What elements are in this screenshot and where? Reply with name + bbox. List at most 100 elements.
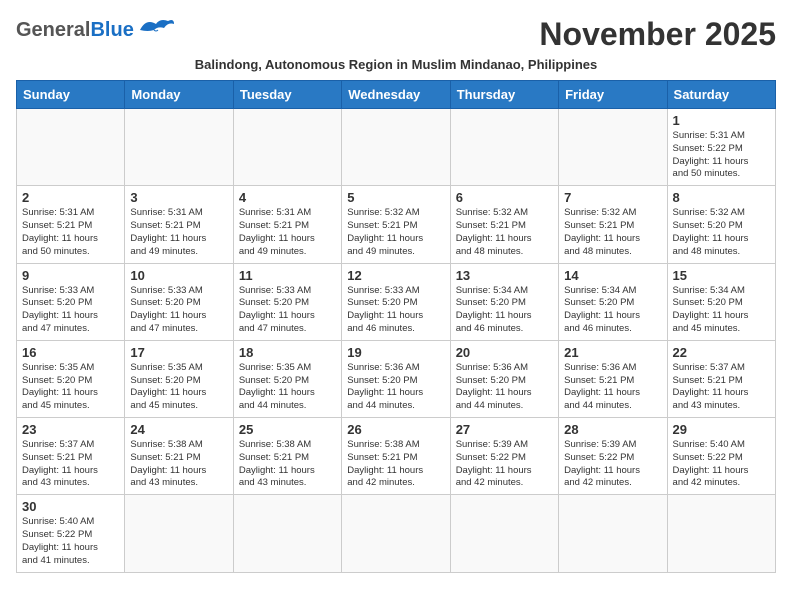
calendar-table: SundayMondayTuesdayWednesdayThursdayFrid… xyxy=(16,80,776,573)
day-number: 22 xyxy=(673,345,770,360)
day-number: 17 xyxy=(130,345,227,360)
day-info: Sunrise: 5:33 AM Sunset: 5:20 PM Dayligh… xyxy=(130,285,227,336)
day-number: 26 xyxy=(347,422,444,437)
day-number: 13 xyxy=(456,268,553,283)
calendar-cell: 3Sunrise: 5:31 AM Sunset: 5:21 PM Daylig… xyxy=(125,186,233,263)
calendar-week-row: 16 Sunrise: 5:35 AM Sunset: 5:20 PM Dayli… xyxy=(17,340,776,417)
calendar-cell: 19 Sunrise: 5:36 AM Sunset: 5:20 PM Dayli… xyxy=(342,340,450,417)
day-number: 5 xyxy=(347,190,444,205)
day-number: 8 xyxy=(673,190,770,205)
day-number: 14 xyxy=(564,268,661,283)
calendar-cell: 16 Sunrise: 5:35 AM Sunset: 5:20 PM Dayli… xyxy=(17,340,125,417)
day-number: 12 xyxy=(347,268,444,283)
calendar-cell: 20Sunrise: 5:36 AM Sunset: 5:20 PM Dayli… xyxy=(450,340,558,417)
day-info: Sunrise: 5:34 AM Sunset: 5:20 PM Dayligh… xyxy=(456,285,553,336)
weekday-header-wednesday: Wednesday xyxy=(342,81,450,109)
calendar-cell xyxy=(17,109,125,186)
calendar-cell: 2 Sunrise: 5:31 AM Sunset: 5:21 PM Daylig… xyxy=(17,186,125,263)
day-info: Sunrise: 5:35 AM Sunset: 5:20 PM Dayligh… xyxy=(239,362,336,413)
day-info: Sunrise: 5:35 AM Sunset: 5:20 PM Dayligh… xyxy=(22,362,119,413)
calendar-cell: 8Sunrise: 5:32 AM Sunset: 5:20 PM Daylig… xyxy=(667,186,775,263)
calendar-cell xyxy=(233,109,341,186)
day-number: 6 xyxy=(456,190,553,205)
day-number: 27 xyxy=(456,422,553,437)
calendar-cell: 22Sunrise: 5:37 AM Sunset: 5:21 PM Dayli… xyxy=(667,340,775,417)
calendar-cell: 28Sunrise: 5:39 AM Sunset: 5:22 PM Dayli… xyxy=(559,418,667,495)
day-info: Sunrise: 5:33 AM Sunset: 5:20 PM Dayligh… xyxy=(22,285,119,336)
day-number: 21 xyxy=(564,345,661,360)
calendar-cell: 21 Sunrise: 5:36 AM Sunset: 5:21 PM Dayli… xyxy=(559,340,667,417)
day-info: Sunrise: 5:40 AM Sunset: 5:22 PM Dayligh… xyxy=(673,439,770,490)
day-number: 24 xyxy=(130,422,227,437)
calendar-cell: 11 Sunrise: 5:33 AM Sunset: 5:20 PM Dayli… xyxy=(233,263,341,340)
weekday-header-row: SundayMondayTuesdayWednesdayThursdayFrid… xyxy=(17,81,776,109)
calendar-cell: 7Sunrise: 5:32 AM Sunset: 5:21 PM Daylig… xyxy=(559,186,667,263)
day-number: 15 xyxy=(673,268,770,283)
weekday-header-tuesday: Tuesday xyxy=(233,81,341,109)
calendar-cell: 25Sunrise: 5:38 AM Sunset: 5:21 PM Dayli… xyxy=(233,418,341,495)
calendar-cell: 24 Sunrise: 5:38 AM Sunset: 5:21 PM Dayli… xyxy=(125,418,233,495)
calendar-cell: 9Sunrise: 5:33 AM Sunset: 5:20 PM Daylig… xyxy=(17,263,125,340)
day-number: 23 xyxy=(22,422,119,437)
calendar-week-row: 30 Sunrise: 5:40 AM Sunset: 5:22 PM Dayli… xyxy=(17,495,776,572)
calendar-cell xyxy=(125,495,233,572)
subtitle: Balindong, Autonomous Region in Muslim M… xyxy=(16,57,776,72)
calendar-cell: 12 Sunrise: 5:33 AM Sunset: 5:20 PM Dayli… xyxy=(342,263,450,340)
day-info: Sunrise: 5:38 AM Sunset: 5:21 PM Dayligh… xyxy=(347,439,444,490)
calendar-cell xyxy=(342,109,450,186)
calendar-cell: 26 Sunrise: 5:38 AM Sunset: 5:21 PM Dayli… xyxy=(342,418,450,495)
weekday-header-thursday: Thursday xyxy=(450,81,558,109)
day-info: Sunrise: 5:33 AM Sunset: 5:20 PM Dayligh… xyxy=(347,285,444,336)
day-info: Sunrise: 5:34 AM Sunset: 5:20 PM Dayligh… xyxy=(673,285,770,336)
day-info: Sunrise: 5:40 AM Sunset: 5:22 PM Dayligh… xyxy=(22,516,119,567)
day-info: Sunrise: 5:36 AM Sunset: 5:20 PM Dayligh… xyxy=(347,362,444,413)
day-info: Sunrise: 5:31 AM Sunset: 5:21 PM Dayligh… xyxy=(239,207,336,258)
day-info: Sunrise: 5:36 AM Sunset: 5:21 PM Dayligh… xyxy=(564,362,661,413)
calendar-cell: 5Sunrise: 5:32 AM Sunset: 5:21 PM Daylig… xyxy=(342,186,450,263)
calendar-cell: 30 Sunrise: 5:40 AM Sunset: 5:22 PM Dayli… xyxy=(17,495,125,572)
calendar-cell: 13 Sunrise: 5:34 AM Sunset: 5:20 PM Dayli… xyxy=(450,263,558,340)
calendar-cell xyxy=(233,495,341,572)
calendar-cell xyxy=(559,109,667,186)
day-number: 30 xyxy=(22,499,119,514)
day-number: 11 xyxy=(239,268,336,283)
day-info: Sunrise: 5:31 AM Sunset: 5:21 PM Dayligh… xyxy=(22,207,119,258)
calendar-cell: 14 Sunrise: 5:34 AM Sunset: 5:20 PM Dayli… xyxy=(559,263,667,340)
header: GeneralBlue November 2025 xyxy=(16,16,776,53)
day-info: Sunrise: 5:34 AM Sunset: 5:20 PM Dayligh… xyxy=(564,285,661,336)
calendar-cell xyxy=(342,495,450,572)
calendar-cell xyxy=(450,109,558,186)
calendar-week-row: 23 Sunrise: 5:37 AM Sunset: 5:21 PM Dayli… xyxy=(17,418,776,495)
logo-bird xyxy=(138,16,176,43)
calendar-week-row: 9Sunrise: 5:33 AM Sunset: 5:20 PM Daylig… xyxy=(17,263,776,340)
calendar-cell: 17 Sunrise: 5:35 AM Sunset: 5:20 PM Dayli… xyxy=(125,340,233,417)
day-number: 18 xyxy=(239,345,336,360)
weekday-header-monday: Monday xyxy=(125,81,233,109)
logo-text: GeneralBlue xyxy=(16,19,134,41)
logo: GeneralBlue xyxy=(16,16,176,43)
calendar-cell: 10 Sunrise: 5:33 AM Sunset: 5:20 PM Dayli… xyxy=(125,263,233,340)
day-number: 16 xyxy=(22,345,119,360)
day-number: 29 xyxy=(673,422,770,437)
day-info: Sunrise: 5:33 AM Sunset: 5:20 PM Dayligh… xyxy=(239,285,336,336)
day-info: Sunrise: 5:36 AM Sunset: 5:20 PM Dayligh… xyxy=(456,362,553,413)
day-number: 19 xyxy=(347,345,444,360)
calendar-cell xyxy=(450,495,558,572)
day-number: 2 xyxy=(22,190,119,205)
calendar-cell xyxy=(559,495,667,572)
weekday-header-saturday: Saturday xyxy=(667,81,775,109)
calendar-cell: 1Sunrise: 5:31 AM Sunset: 5:22 PM Daylig… xyxy=(667,109,775,186)
day-info: Sunrise: 5:37 AM Sunset: 5:21 PM Dayligh… xyxy=(22,439,119,490)
day-number: 1 xyxy=(673,113,770,128)
calendar-cell: 6Sunrise: 5:32 AM Sunset: 5:21 PM Daylig… xyxy=(450,186,558,263)
day-info: Sunrise: 5:38 AM Sunset: 5:21 PM Dayligh… xyxy=(130,439,227,490)
calendar-cell: 15 Sunrise: 5:34 AM Sunset: 5:20 PM Dayli… xyxy=(667,263,775,340)
day-number: 10 xyxy=(130,268,227,283)
day-info: Sunrise: 5:39 AM Sunset: 5:22 PM Dayligh… xyxy=(456,439,553,490)
calendar-cell: 29 Sunrise: 5:40 AM Sunset: 5:22 PM Dayli… xyxy=(667,418,775,495)
calendar-cell: 23 Sunrise: 5:37 AM Sunset: 5:21 PM Dayli… xyxy=(17,418,125,495)
day-info: Sunrise: 5:35 AM Sunset: 5:20 PM Dayligh… xyxy=(130,362,227,413)
day-number: 7 xyxy=(564,190,661,205)
weekday-header-sunday: Sunday xyxy=(17,81,125,109)
day-number: 25 xyxy=(239,422,336,437)
